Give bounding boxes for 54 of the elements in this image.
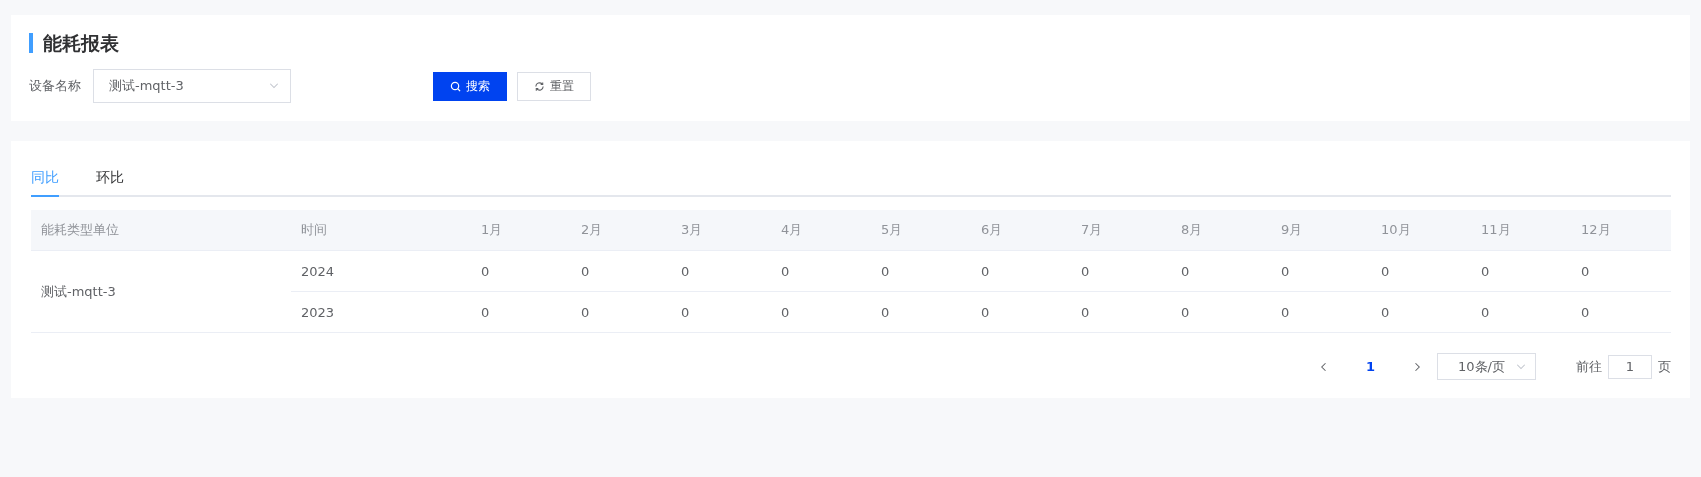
table-cell: 0 bbox=[571, 291, 671, 333]
table-cell: 测试-mqtt-3 bbox=[31, 250, 291, 333]
table-cell: 0 bbox=[1271, 250, 1371, 292]
table-cell: 0 bbox=[1071, 250, 1171, 292]
search-icon bbox=[450, 80, 461, 92]
table-cell: 0 bbox=[1271, 291, 1371, 333]
page-suffix: 页 bbox=[1658, 357, 1671, 376]
table-cell: 0 bbox=[1571, 250, 1671, 292]
refresh-icon bbox=[534, 80, 545, 92]
table-cell: 0 bbox=[471, 291, 571, 333]
column-header: 5月 bbox=[871, 210, 971, 251]
page-size-select[interactable]: 10条/页 bbox=[1437, 353, 1536, 380]
table-cell: 0 bbox=[871, 291, 971, 333]
table-cell: 0 bbox=[1171, 250, 1271, 292]
table-cell: 0 bbox=[771, 250, 871, 292]
column-header: 11月 bbox=[1471, 210, 1571, 251]
device-select[interactable]: 测试-mqtt-3 bbox=[93, 69, 291, 103]
table-cell: 0 bbox=[1571, 291, 1671, 333]
table-cell: 0 bbox=[1471, 291, 1571, 333]
column-header: 9月 bbox=[1271, 210, 1371, 251]
table-cell: 2023 bbox=[291, 291, 471, 333]
table-cell: 0 bbox=[871, 250, 971, 292]
column-header: 10月 bbox=[1371, 210, 1471, 251]
column-header: 4月 bbox=[771, 210, 871, 251]
tab[interactable]: 环比 bbox=[96, 169, 124, 197]
table-cell: 0 bbox=[571, 250, 671, 292]
table-cell: 0 bbox=[471, 250, 571, 292]
table-cell: 0 bbox=[671, 250, 771, 292]
search-button[interactable]: 搜索 bbox=[433, 71, 507, 101]
table-cell: 0 bbox=[1171, 291, 1271, 333]
column-header: 8月 bbox=[1171, 210, 1271, 251]
column-header: 7月 bbox=[1071, 210, 1171, 251]
table-cell: 0 bbox=[1371, 250, 1471, 292]
table-cell: 0 bbox=[771, 291, 871, 333]
table-cell: 0 bbox=[671, 291, 771, 333]
page-title: 能耗报表 bbox=[29, 33, 1672, 53]
table-cell: 0 bbox=[971, 250, 1071, 292]
field-label: 设备名称 bbox=[29, 77, 81, 95]
column-header: 12月 bbox=[1571, 210, 1671, 251]
table-cell: 0 bbox=[1471, 250, 1571, 292]
column-header: 3月 bbox=[671, 210, 771, 251]
table-cell: 2024 bbox=[291, 250, 471, 292]
page-number[interactable]: 1 bbox=[1365, 359, 1375, 374]
table-cell: 0 bbox=[1371, 291, 1471, 333]
table-cell: 0 bbox=[971, 291, 1071, 333]
column-header: 1月 bbox=[471, 210, 571, 251]
column-header: 能耗类型单位 bbox=[31, 210, 291, 251]
reset-button[interactable]: 重置 bbox=[517, 71, 591, 101]
column-header: 6月 bbox=[971, 210, 1071, 251]
goto-label: 前往 bbox=[1576, 357, 1602, 376]
column-header: 时间 bbox=[291, 210, 471, 251]
table-cell: 0 bbox=[1071, 291, 1171, 333]
column-header: 2月 bbox=[571, 210, 671, 251]
page-input[interactable]: 1 bbox=[1608, 354, 1652, 379]
